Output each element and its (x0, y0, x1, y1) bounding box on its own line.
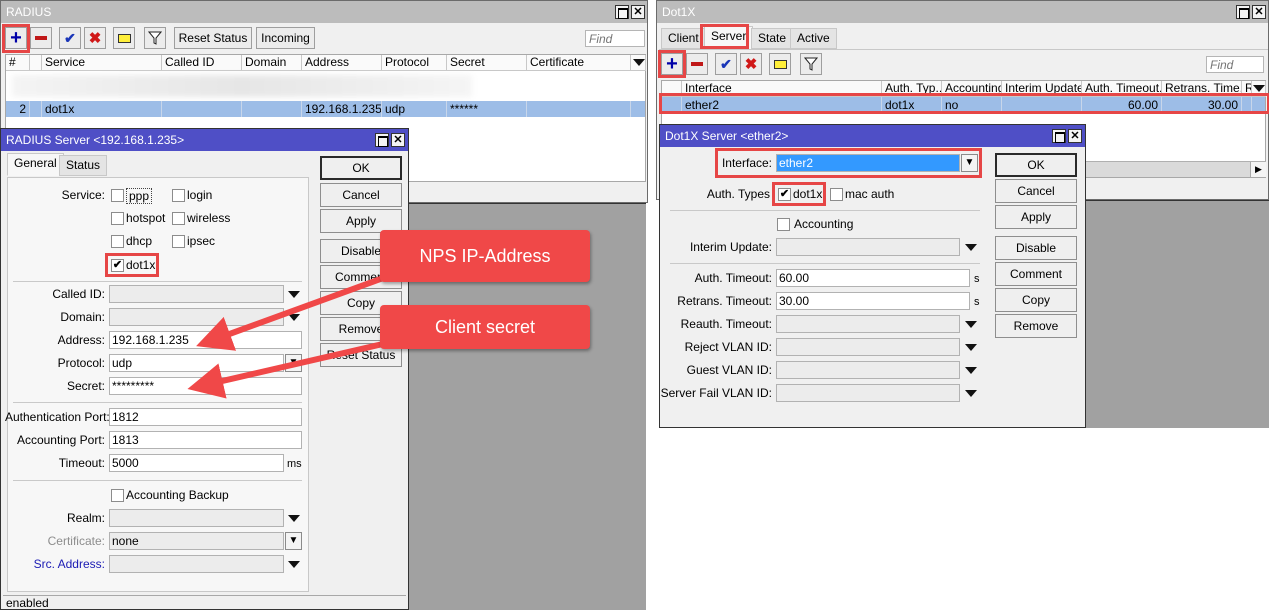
close-button[interactable]: ✕ (1068, 129, 1082, 143)
guest-vlan-input[interactable] (776, 361, 960, 379)
reauth-timeout-dropdown-icon[interactable] (965, 321, 977, 328)
cell-accounting: no (942, 97, 1002, 113)
accounting-checkbox[interactable] (777, 218, 790, 231)
retrans-timeout-input[interactable]: 30.00 (776, 292, 970, 310)
disable-button[interactable]: ✖ (740, 53, 762, 75)
dot1x-server-title: Dot1X Server <ether2> (665, 129, 789, 143)
auth-type-dot1x-label: dot1x (793, 187, 823, 201)
close-button[interactable]: ✕ (1252, 5, 1266, 19)
table-row[interactable]: ether2 dot1x no 60.00 30.00 (662, 97, 1265, 113)
col-header-r[interactable]: R (1242, 81, 1252, 97)
retrans-timeout-label: Retrans. Timeout: (677, 294, 772, 308)
plus-icon: + (666, 53, 678, 75)
dot1x-tab-bar: Client Server State Active (661, 26, 961, 50)
interface-dropdown-button[interactable]: ▼ (961, 154, 978, 172)
cell-retrans-timeout: 30.00 (1162, 97, 1242, 113)
interface-value: ether2 (779, 156, 814, 170)
guest-vlan-label: Guest VLAN ID: (686, 363, 772, 377)
reauth-timeout-input[interactable] (776, 315, 960, 333)
reauth-timeout-label: Reauth. Timeout: (680, 317, 772, 331)
reject-vlan-dropdown-icon[interactable] (965, 344, 977, 351)
interim-update-dropdown-icon[interactable] (965, 244, 977, 251)
cell-auth-types: dot1x (882, 97, 942, 113)
auth-timeout-unit: s (974, 273, 980, 285)
cell-flag (662, 97, 682, 113)
comment-button[interactable]: Comment (995, 262, 1077, 286)
auth-timeout-label: Auth. Timeout: (694, 271, 772, 285)
maximize-button[interactable] (1236, 5, 1250, 19)
copy-button[interactable]: Copy (995, 288, 1077, 312)
cross-icon: ✖ (744, 56, 758, 73)
tab-state[interactable]: State (751, 28, 794, 49)
accounting-label: Accounting (794, 217, 854, 231)
minus-icon (691, 62, 703, 66)
find-input[interactable] (1206, 56, 1264, 73)
note-icon (773, 59, 787, 69)
add-button[interactable]: + (661, 53, 683, 75)
cell-auth-timeout: 60.00 (1082, 97, 1162, 113)
server-fail-vlan-input[interactable] (776, 384, 960, 402)
col-header-accounting[interactable]: Accounting (942, 81, 1002, 97)
dot1x-window-titlebar[interactable]: Dot1X (657, 1, 1268, 23)
auth-timeout-input[interactable]: 60.00 (776, 269, 970, 287)
interim-update-input[interactable] (776, 238, 960, 256)
tab-client[interactable]: Client (661, 28, 706, 49)
auth-type-mac-auth-label: mac auth (845, 187, 895, 201)
dot1x-server-titlebar[interactable]: Dot1X Server <ether2> (660, 125, 1085, 147)
auth-types-label: Auth. Types (706, 187, 770, 201)
col-header-interim-update[interactable]: Interim Update (1002, 81, 1082, 97)
arrow-to-address (196, 267, 407, 351)
cancel-button[interactable]: Cancel (995, 179, 1077, 203)
col-header-auth-timeout[interactable]: Auth. Timeout... (1082, 81, 1162, 97)
maximize-button[interactable] (1052, 129, 1066, 143)
callout-nps-ip: NPS IP-Address (380, 230, 590, 282)
server-fail-vlan-label: Server Fail VLAN ID: (660, 386, 772, 400)
horizontal-scrollbar[interactable]: ▶ (1084, 161, 1266, 177)
separator (670, 263, 980, 264)
cell-interface: ether2 (682, 97, 882, 113)
dot1x-window-title: Dot1X (662, 5, 696, 19)
check-icon: ✔ (720, 55, 732, 72)
chevron-down-icon (1253, 85, 1265, 92)
filter-button[interactable] (800, 53, 822, 75)
remove-button[interactable] (686, 53, 708, 75)
filter-icon (804, 57, 818, 71)
enable-button[interactable]: ✔ (715, 53, 737, 75)
interface-select[interactable]: ether2 (776, 154, 960, 172)
auth-type-dot1x-checkbox[interactable]: ✔ (778, 188, 791, 201)
server-fail-vlan-dropdown-icon[interactable] (965, 390, 977, 397)
scroll-right-button[interactable]: ▶ (1250, 162, 1266, 177)
chevron-down-icon: ▼ (964, 157, 975, 168)
apply-button[interactable]: Apply (995, 205, 1077, 229)
interface-label: Interface: (721, 156, 772, 170)
col-header-flag[interactable] (662, 81, 682, 97)
ok-button[interactable]: OK (995, 153, 1077, 177)
dot1x-server-dialog: Dot1X Server <ether2> ✕ Interface: ether… (659, 124, 1086, 428)
disable-button[interactable]: Disable (995, 236, 1077, 260)
separator (670, 210, 980, 211)
comment-button[interactable] (769, 53, 791, 75)
auth-type-mac-auth-checkbox[interactable] (830, 188, 843, 201)
cell-r (1242, 97, 1252, 113)
reject-vlan-input[interactable] (776, 338, 960, 356)
column-chooser[interactable] (1252, 81, 1266, 97)
col-header-auth-types[interactable]: Auth. Typ... (882, 81, 942, 97)
retrans-timeout-unit: s (974, 296, 980, 308)
interim-update-label: Interim Update: (689, 240, 772, 254)
tab-active[interactable]: Active (790, 28, 837, 49)
guest-vlan-dropdown-icon[interactable] (965, 367, 977, 374)
reject-vlan-label: Reject VLAN ID: (684, 340, 772, 354)
tab-server[interactable]: Server (704, 26, 754, 49)
col-header-retrans-timeout[interactable]: Retrans. Time... (1162, 81, 1242, 97)
remove-button[interactable]: Remove (995, 314, 1077, 338)
callout-client-secret: Client secret (380, 305, 590, 349)
col-header-interface[interactable]: Interface (682, 81, 882, 97)
arrow-to-secret (187, 337, 401, 399)
cell-interim-update (1002, 97, 1082, 113)
